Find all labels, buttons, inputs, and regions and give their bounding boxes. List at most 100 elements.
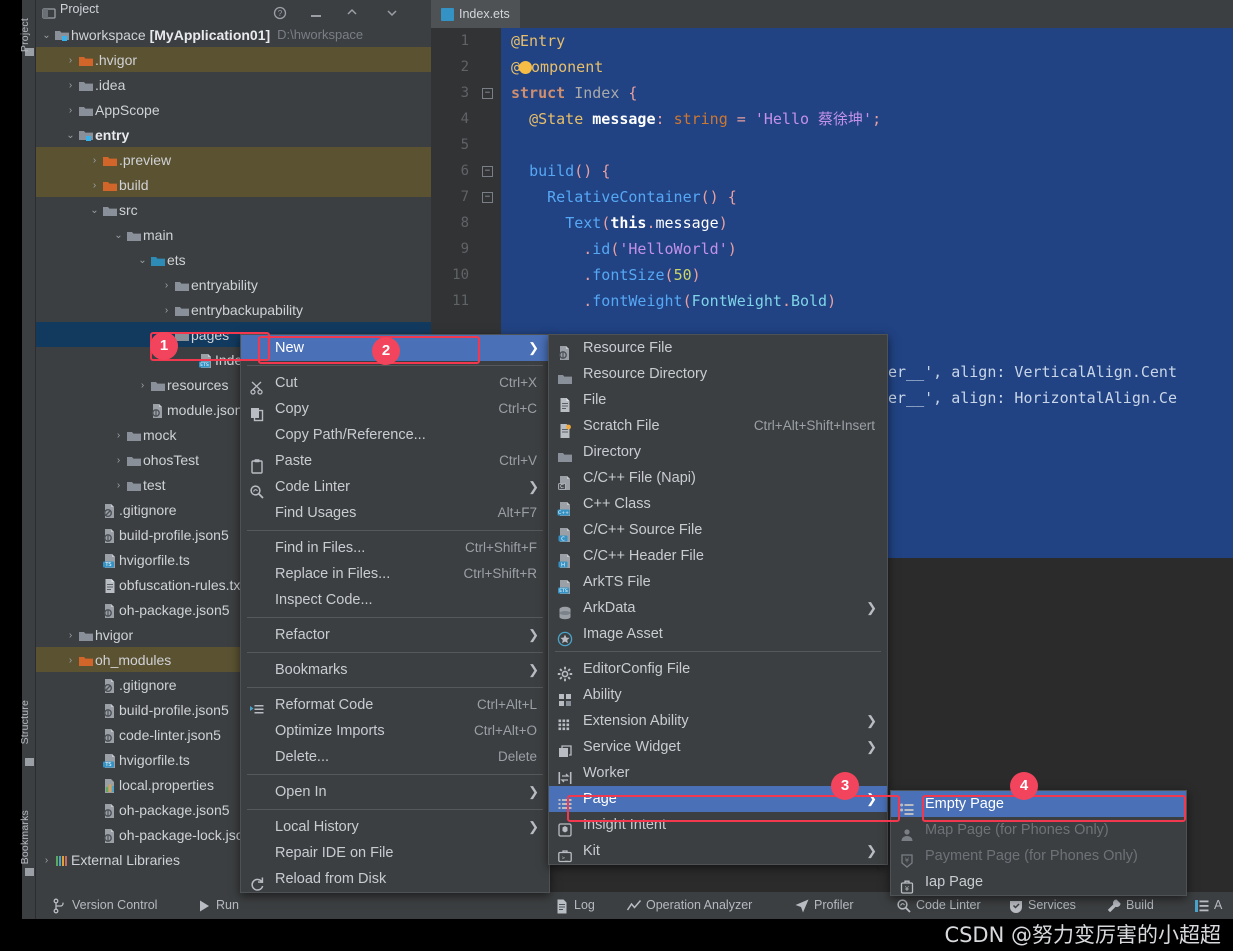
menu-item[interactable]: Extension Ability ❯	[549, 708, 887, 734]
menu-item[interactable]: Paste Ctrl+V	[241, 448, 549, 474]
page-submenu[interactable]: Empty Page Map Page (for Phones Only) ¥ Pay…	[890, 790, 1187, 896]
menu-item[interactable]: Local History ❯	[241, 814, 549, 840]
chevron-right-icon[interactable]: ›	[88, 173, 101, 198]
tree-row[interactable]: ⌄ main	[36, 222, 431, 247]
menu-item[interactable]: Code Linter ❯	[241, 474, 549, 500]
tree-row[interactable]: › .hvigor	[36, 47, 431, 72]
bookmarks-strip-icon[interactable]	[25, 868, 34, 876]
menu-item[interactable]: Resource Directory	[549, 361, 887, 387]
bottom-bar-item[interactable]: Profiler	[794, 892, 854, 919]
code-line: .fontWeight(FontWeight.Bold)	[583, 292, 837, 310]
tree-row-label: module.json5	[167, 401, 251, 418]
fold-marker[interactable]: −	[482, 192, 493, 203]
chevron-down-icon[interactable]: ⌄	[40, 23, 53, 48]
menu-item[interactable]: C++ C++ Class	[549, 491, 887, 517]
menu-item[interactable]: C C/C++ File (Napi)	[549, 465, 887, 491]
help-icon[interactable]: ?	[273, 4, 287, 19]
bottom-bar-item[interactable]: Log	[554, 892, 595, 919]
fold-marker[interactable]: −	[482, 166, 493, 177]
bottom-bar-item[interactable]: Build	[1106, 892, 1154, 919]
fold-marker[interactable]: −	[482, 88, 493, 99]
menu-item[interactable]: ETS ArkTS File	[549, 569, 887, 595]
menu-item[interactable]: >_ Kit ❯	[549, 838, 887, 864]
chevron-right-icon[interactable]: ›	[136, 373, 149, 398]
tree-row[interactable]: ⌄ ets	[36, 247, 431, 272]
chevron-right-icon[interactable]: ›	[64, 623, 77, 648]
tree-row[interactable]: › .idea	[36, 72, 431, 97]
tree-row[interactable]: › AppScope	[36, 97, 431, 122]
menu-item[interactable]: Find in Files... Ctrl+Shift+F	[241, 535, 549, 561]
bottom-bar-item[interactable]: Operation Analyzer	[626, 892, 752, 919]
menu-item[interactable]: H C/C++ Header File	[549, 543, 887, 569]
tree-row[interactable]: › entryability	[36, 272, 431, 297]
chevron-right-icon[interactable]: ›	[64, 73, 77, 98]
left-tool-strip[interactable]: Project Structure Bookmarks	[19, 0, 36, 951]
structure-strip-icon[interactable]	[25, 758, 34, 766]
menu-item[interactable]: Empty Page	[891, 791, 1186, 817]
menu-item[interactable]: Resource File	[549, 335, 887, 361]
menu-item[interactable]: Bookmarks ❯	[241, 657, 549, 683]
bottom-bar-item[interactable]: Version Control	[52, 892, 157, 919]
menu-item[interactable]: Replace in Files... Ctrl+Shift+R	[241, 561, 549, 587]
menu-item[interactable]: Reload from Disk	[241, 866, 549, 892]
chevron-right-icon[interactable]: ›	[112, 473, 125, 498]
menu-item[interactable]: File	[549, 387, 887, 413]
strip-label-bookmarks[interactable]: Bookmarks	[19, 810, 31, 864]
menu-item[interactable]: Repair IDE on File	[241, 840, 549, 866]
menu-item[interactable]: Reformat Code Ctrl+Alt+L	[241, 692, 549, 718]
menu-item[interactable]: Optimize Imports Ctrl+Alt+O	[241, 718, 549, 744]
menu-item[interactable]: Copy Ctrl+C	[241, 396, 549, 422]
strip-label-project[interactable]: Project	[19, 18, 31, 52]
menu-item[interactable]: ArkData ❯	[549, 595, 887, 621]
chevron-right-icon[interactable]: ›	[64, 648, 77, 673]
chevron-right-icon[interactable]: ›	[64, 98, 77, 123]
chevron-right-icon[interactable]: ›	[112, 423, 125, 448]
menu-item[interactable]: Open In ❯	[241, 779, 549, 805]
chevron-down-icon[interactable]: ⌄	[64, 123, 77, 148]
bottom-bar-item[interactable]: A	[1194, 892, 1222, 919]
bottom-bar-item[interactable]: Services	[1008, 892, 1076, 919]
code-line: @ omponent	[511, 58, 604, 76]
tree-row[interactable]: › entrybackupability	[36, 297, 431, 322]
chevron-right-icon[interactable]: ›	[160, 298, 173, 323]
menu-item[interactable]: Delete... Delete	[241, 744, 549, 770]
chevron-right-icon[interactable]: ›	[64, 48, 77, 73]
chevron-right-icon[interactable]: ›	[40, 848, 53, 873]
chevron-down-icon[interactable]: ⌄	[88, 198, 101, 223]
chevron-right-icon: ❯	[528, 662, 539, 677]
svg-text:¥: ¥	[905, 885, 909, 893]
minimize-icon[interactable]	[309, 4, 323, 18]
menu-item[interactable]: Ability	[549, 682, 887, 708]
menu-item[interactable]: Scratch File Ctrl+Alt+Shift+Insert	[549, 413, 887, 439]
chevron-right-icon[interactable]: ›	[112, 448, 125, 473]
tree-row[interactable]: › .preview	[36, 147, 431, 172]
tree-row[interactable]: ⌄ hworkspace [MyApplication01] D:\hworkspa…	[36, 22, 431, 47]
menu-item[interactable]: Refactor ❯	[241, 622, 549, 648]
menu-item[interactable]: Directory	[549, 439, 887, 465]
chevron-right-icon[interactable]: ›	[88, 148, 101, 173]
editor-tab-index-ets[interactable]: Index.ets	[431, 0, 520, 28]
collapse-all-icon[interactable]	[345, 4, 359, 18]
more-options-icon[interactable]	[385, 4, 399, 18]
chevron-down-icon[interactable]: ⌄	[112, 223, 125, 248]
bottom-bar-item[interactable]: Code Linter	[896, 892, 981, 919]
menu-item[interactable]: Copy Path/Reference...	[241, 422, 549, 448]
tree-row[interactable]: › build	[36, 172, 431, 197]
chevron-right-icon[interactable]: ›	[160, 273, 173, 298]
menu-item[interactable]: Find Usages Alt+F7	[241, 500, 549, 526]
chevron-down-icon[interactable]: ⌄	[136, 248, 149, 273]
context-menu[interactable]: New ❯ Cut Ctrl+X Copy Ctrl+C Copy Path/Referen…	[240, 334, 550, 893]
menu-item[interactable]: ¥ Iap Page	[891, 869, 1186, 895]
menu-item[interactable]: Image Asset	[549, 621, 887, 647]
menu-item[interactable]: Cut Ctrl+X	[241, 370, 549, 396]
menu-item[interactable]: Insight Intent	[549, 812, 887, 838]
strip-label-structure[interactable]: Structure	[19, 700, 31, 744]
bottom-bar-item[interactable]: Run	[196, 892, 239, 919]
bottom-tool-bar[interactable]: Version Control Run Log Operation Analyzer P…	[36, 892, 1233, 919]
menu-item[interactable]: Inspect Code...	[241, 587, 549, 613]
menu-item[interactable]: Service Widget ❯	[549, 734, 887, 760]
tree-row[interactable]: ⌄ entry	[36, 122, 431, 147]
tree-row[interactable]: ⌄ src	[36, 197, 431, 222]
menu-item[interactable]: EditorConfig File	[549, 656, 887, 682]
menu-item[interactable]: C C/C++ Source File	[549, 517, 887, 543]
